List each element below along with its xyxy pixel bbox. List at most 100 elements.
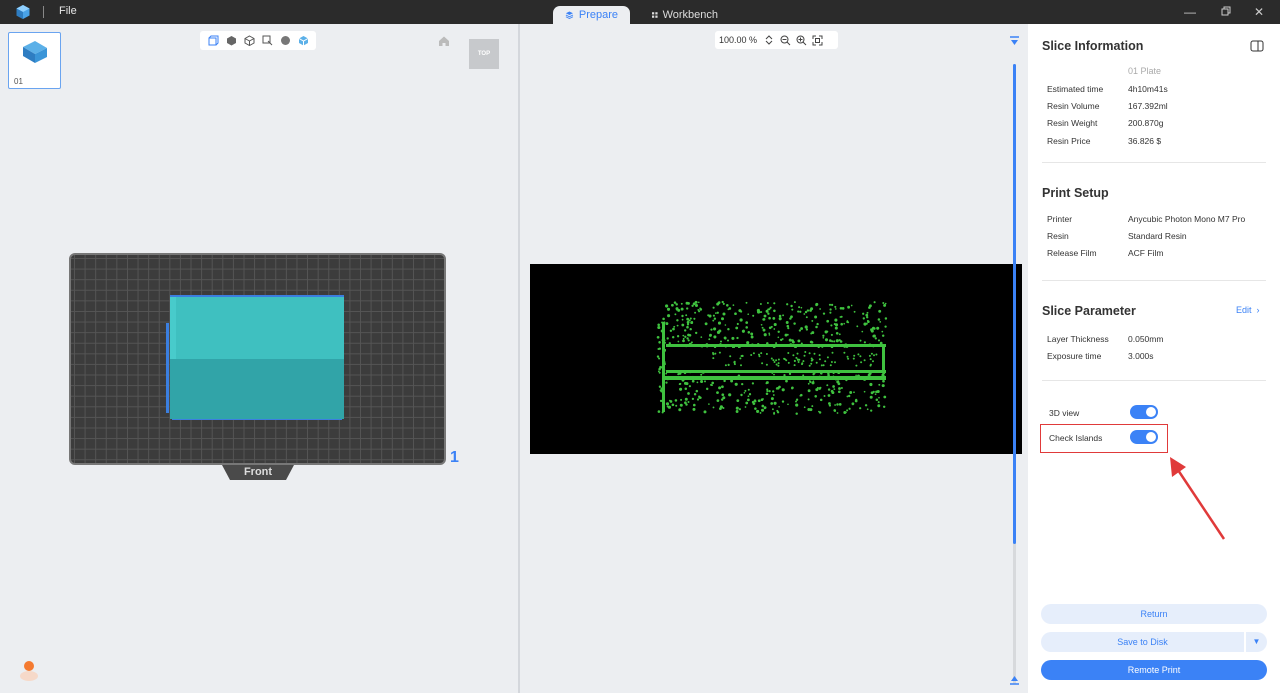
zoom-in-icon[interactable] <box>795 34 807 46</box>
island-point <box>866 408 869 411</box>
layer-top-icon[interactable] <box>1009 36 1020 47</box>
return-button[interactable]: Return <box>1041 604 1267 624</box>
island-point <box>659 399 663 403</box>
island-point <box>870 352 873 355</box>
island-point <box>797 310 800 313</box>
island-point <box>745 326 748 329</box>
island-point <box>719 407 722 410</box>
island-point <box>786 303 789 306</box>
island-point <box>884 317 888 320</box>
view-cube[interactable]: TOP <box>469 39 499 69</box>
island-point <box>736 336 739 340</box>
home-icon[interactable] <box>437 34 451 48</box>
fit-view-icon[interactable] <box>811 34 823 46</box>
island-point <box>665 304 669 308</box>
save-to-disk-button[interactable]: Save to Disk <box>1041 632 1244 652</box>
island-point <box>692 407 696 411</box>
island-point <box>681 323 685 327</box>
tab-workbench[interactable]: Workbench <box>640 6 730 24</box>
island-point <box>731 336 735 340</box>
row-label: Printer <box>1047 214 1073 224</box>
island-point <box>721 300 724 304</box>
island-point <box>747 398 750 402</box>
zoom-stepper-icon[interactable] <box>763 34 775 46</box>
multi-cube-icon[interactable] <box>297 35 309 47</box>
island-point <box>775 363 778 366</box>
toggle-3d-view[interactable] <box>1130 405 1158 419</box>
model-viewport[interactable]: 01 TOP Front 1 <box>0 24 518 693</box>
island-point <box>783 357 786 360</box>
close-icon[interactable]: ✕ <box>1251 4 1267 20</box>
island-point <box>793 322 796 325</box>
cube-solid-icon[interactable] <box>225 35 237 47</box>
sphere-icon[interactable] <box>279 35 291 47</box>
island-point <box>807 389 811 393</box>
island-point <box>740 393 743 397</box>
menu-file[interactable]: File <box>59 5 77 17</box>
slice-layer-canvas[interactable] <box>530 264 1022 454</box>
island-point <box>852 357 855 360</box>
save-options-dropdown-icon[interactable]: ▼ <box>1246 632 1267 652</box>
island-point <box>686 317 690 321</box>
chevron-right-icon: › <box>1254 305 1260 315</box>
island-point <box>704 380 706 383</box>
slice-preview-viewport[interactable]: 100.00 % <box>520 24 1028 693</box>
island-point <box>882 405 886 409</box>
minimize-icon[interactable]: — <box>1182 4 1198 20</box>
island-point <box>693 317 696 320</box>
island-point <box>800 306 803 309</box>
plate-thumbnail[interactable]: 01 <box>8 32 61 89</box>
island-point <box>793 360 796 362</box>
island-point <box>836 403 839 406</box>
layer-bottom-icon[interactable] <box>1009 674 1020 685</box>
island-point <box>762 328 766 332</box>
row-label: Layer Thickness <box>1047 334 1109 344</box>
restore-icon[interactable] <box>1218 4 1234 20</box>
model-box[interactable] <box>166 295 348 422</box>
cube-outline-icon[interactable] <box>207 35 219 47</box>
island-point <box>822 334 825 337</box>
build-plate[interactable] <box>69 253 446 465</box>
island-point <box>710 383 713 386</box>
island-point <box>803 406 806 409</box>
plate-number: 1 <box>450 449 459 466</box>
cut-icon[interactable] <box>261 35 273 47</box>
tab-prepare[interactable]: Prepare <box>553 6 630 24</box>
island-point <box>882 379 885 383</box>
island-point <box>697 301 700 304</box>
island-point <box>760 311 763 313</box>
cube-wireframe-icon[interactable] <box>243 35 255 47</box>
island-point <box>717 321 722 325</box>
island-point <box>762 318 766 321</box>
assistant-icon[interactable] <box>18 658 40 682</box>
island-point <box>744 389 747 392</box>
island-point <box>864 404 868 407</box>
island-point <box>828 303 832 306</box>
island-point <box>853 391 855 394</box>
zoom-value[interactable]: 100.00 % <box>719 35 759 45</box>
island-point <box>687 392 690 395</box>
island-point <box>857 353 860 356</box>
island-point <box>756 409 760 413</box>
island-point <box>775 342 778 345</box>
island-point <box>741 354 744 357</box>
edit-parameters-link[interactable]: Edit › <box>1236 305 1260 315</box>
island-point <box>747 313 750 316</box>
island-point <box>690 341 693 344</box>
island-point <box>881 373 884 377</box>
panel-toggle-icon[interactable] <box>1250 40 1264 52</box>
island-point <box>669 400 673 403</box>
island-point <box>877 339 881 342</box>
remote-print-button[interactable]: Remote Print <box>1041 660 1267 680</box>
island-point <box>695 331 698 335</box>
zoom-out-icon[interactable] <box>779 34 791 46</box>
island-point <box>798 329 802 332</box>
island-point <box>679 403 683 407</box>
island-point <box>814 395 817 398</box>
island-point <box>723 379 726 383</box>
island-point <box>693 392 697 396</box>
island-point <box>791 308 794 311</box>
island-point <box>795 412 798 415</box>
layer-slider-fill[interactable] <box>1013 64 1016 544</box>
island-point <box>878 396 880 399</box>
